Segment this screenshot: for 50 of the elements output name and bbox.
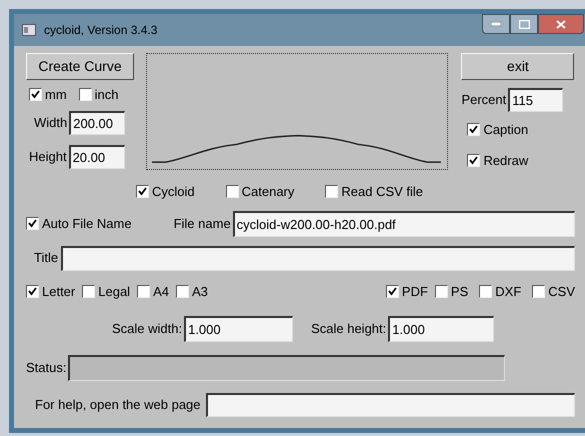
checkbox[interactable]: Redraw xyxy=(467,150,528,170)
input-field[interactable]: cycloid-w200.00-h20.00.pdf xyxy=(232,210,575,236)
web-page-field[interactable] xyxy=(206,393,575,417)
input-field[interactable]: 20.00 xyxy=(68,144,125,168)
check-icon xyxy=(28,219,37,228)
check-icon xyxy=(469,125,478,134)
label: Status: xyxy=(26,359,66,378)
exit-button[interactable]: exit xyxy=(461,53,574,80)
close-button[interactable] xyxy=(538,14,584,34)
checkbox[interactable]: PS xyxy=(434,282,468,301)
check-icon xyxy=(28,286,37,296)
label: For help, open the web page xyxy=(35,396,201,414)
checkbox[interactable]: A4 xyxy=(137,282,169,301)
input-field[interactable] xyxy=(61,246,575,270)
input-field[interactable]: 1.000 xyxy=(388,316,494,342)
checkbox[interactable]: PDF xyxy=(386,282,428,301)
app-icon xyxy=(22,24,36,36)
checkbox[interactable]: A3 xyxy=(176,282,208,301)
label: Title xyxy=(34,249,58,268)
check-icon xyxy=(138,187,147,196)
minimize-icon xyxy=(491,22,501,26)
minimize-button[interactable] xyxy=(482,14,510,34)
checkbox[interactable]: Letter xyxy=(26,282,76,301)
check-icon xyxy=(388,286,397,296)
checkbox[interactable]: mm xyxy=(29,85,67,104)
maximize-button[interactable] xyxy=(510,14,538,34)
checkbox[interactable]: Caption xyxy=(467,120,528,140)
close-icon xyxy=(556,20,566,28)
check-icon xyxy=(31,90,40,100)
label: Scale width: xyxy=(112,320,182,338)
checkbox[interactable]: CSV xyxy=(532,282,575,301)
checkbox[interactable]: inch xyxy=(78,85,119,104)
maximize-icon xyxy=(518,20,530,28)
checkbox[interactable]: Cycloid xyxy=(136,182,195,202)
check-icon xyxy=(469,156,478,165)
checkbox[interactable]: Catenary xyxy=(226,182,294,202)
label: Scale height: xyxy=(311,320,386,338)
input-field[interactable]: 200.00 xyxy=(69,110,126,134)
input-field[interactable]: 1.000 xyxy=(184,316,294,342)
label: File name xyxy=(174,214,231,233)
checkbox[interactable]: DXF xyxy=(479,282,522,301)
label: Percent xyxy=(461,91,506,110)
window-title: cycloid, Version 3.4.3 xyxy=(44,22,158,39)
checkbox[interactable]: Auto File Name xyxy=(26,214,132,234)
checkbox[interactable]: Legal xyxy=(82,282,130,301)
checkbox[interactable]: Read CSV file xyxy=(325,182,424,202)
label: Height xyxy=(29,148,67,166)
label: Width xyxy=(34,114,68,132)
create-curve-button[interactable]: Create Curve xyxy=(26,53,134,80)
input-field[interactable]: 115 xyxy=(508,88,564,112)
